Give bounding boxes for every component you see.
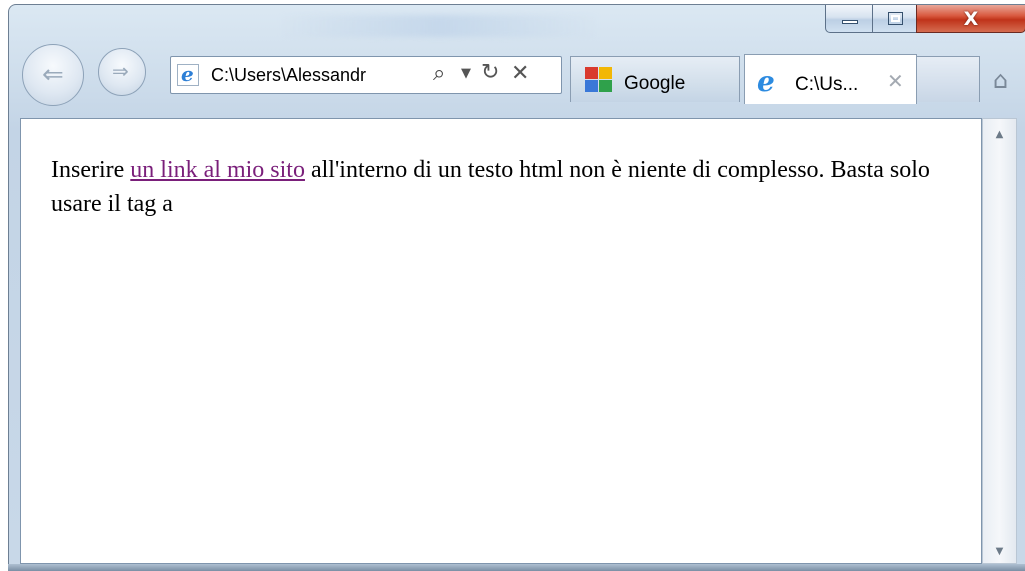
address-input[interactable]: C:\Users\Alessandr [211,65,366,86]
ie-favicon-icon: e [757,65,775,98]
new-tab-button[interactable] [916,56,980,102]
close-button[interactable]: X [916,5,1025,33]
refresh-icon[interactable]: ↻ [481,60,499,85]
back-arrow-icon: ⇐ [42,60,64,90]
tab-label: C:\Us... [795,74,859,95]
title-bar [279,15,599,37]
minimize-icon [842,20,858,24]
maximize-button[interactable] [872,5,917,33]
tab-label: Google [624,73,686,94]
text-before-link: Inserire [51,157,131,183]
tab-local-file[interactable]: e C:\Us... ✕ [744,54,917,104]
site-link[interactable]: un link al mio sito [130,157,305,183]
maximize-icon [888,12,903,25]
minimize-button[interactable] [825,5,873,33]
vertical-scrollbar[interactable]: ▲ ▼ [982,118,1017,564]
window-bottom-frame [8,564,1025,571]
page-paragraph: Inserire un link al mio sito all'interno… [51,153,951,221]
address-bar[interactable]: e C:\Users\Alessandr ⌕ ▼ ↻ ✕ [170,56,562,94]
scroll-down-icon[interactable]: ▼ [983,546,1016,557]
google-favicon-icon [585,67,615,95]
page-content: Inserire un link al mio sito all'interno… [20,118,982,564]
tab-close-icon[interactable]: ✕ [887,69,904,94]
search-icon[interactable]: ⌕ [433,61,445,86]
forward-arrow-icon: ⇒ [112,59,129,83]
dropdown-icon[interactable]: ▼ [461,66,471,81]
tab-google[interactable]: Google [570,56,740,102]
stop-icon[interactable]: ✕ [511,61,529,86]
close-icon: X [963,8,979,30]
back-button[interactable]: ⇐ [14,40,104,118]
scroll-up-icon[interactable]: ▲ [983,129,1016,140]
forward-button[interactable]: ⇒ [98,48,146,96]
page-icon: e [177,62,199,86]
home-icon[interactable]: ⌂ [993,66,1008,94]
